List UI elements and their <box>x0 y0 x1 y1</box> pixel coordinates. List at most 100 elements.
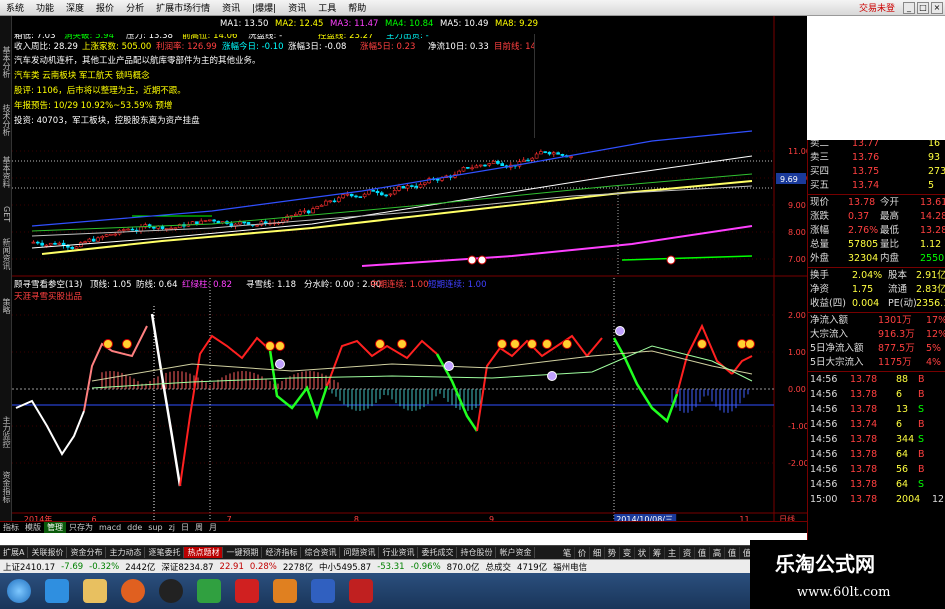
left-tab[interactable]: GET <box>0 206 12 222</box>
function-button[interactable]: 资金分布 <box>67 547 107 558</box>
left-tab[interactable]: 资金指标 <box>0 471 12 503</box>
tick-side: S <box>918 479 925 490</box>
menu-item[interactable]: |爆爆| <box>246 1 282 14</box>
date-label: 2014年 <box>24 514 52 521</box>
function-button[interactable]: 关联报价 <box>28 547 68 558</box>
function-button[interactable]: 持仓股份 <box>457 547 497 558</box>
bottom-tab[interactable]: 月 <box>206 522 220 533</box>
bottom-tab[interactable]: macd <box>96 523 124 532</box>
app-red-icon[interactable] <box>235 579 259 603</box>
menu-item[interactable]: 帮助 <box>342 1 372 14</box>
quote-row: 卖三 13.76 93 <box>808 151 945 164</box>
candle-body <box>547 151 552 155</box>
menu-item[interactable]: 系统 <box>0 1 30 14</box>
bottom-tab[interactable]: dde <box>124 523 145 532</box>
function-button[interactable]: 行业资讯 <box>379 547 419 558</box>
shortcut-button[interactable]: 势 <box>605 546 620 559</box>
info-value: 收入周比: 28.29 <box>14 42 78 52</box>
candle-body <box>496 160 500 164</box>
candle-body <box>379 192 384 196</box>
indicator-line <box>150 313 182 487</box>
menu-item[interactable]: 深度 <box>60 1 90 14</box>
folder-icon[interactable] <box>83 579 107 603</box>
shortcut-button[interactable]: 细 <box>590 546 605 559</box>
left-tab[interactable]: 新闻资讯 <box>0 238 12 270</box>
bottom-tab[interactable]: 指标 <box>0 522 22 533</box>
menu-item[interactable]: 报价 <box>90 1 120 14</box>
quote-label: 今开 <box>880 197 900 208</box>
candle-body <box>242 221 246 224</box>
app-green-icon[interactable] <box>197 579 221 603</box>
function-button[interactable]: 委托成交 <box>418 547 458 558</box>
bottom-tab[interactable]: sup <box>145 523 165 532</box>
function-button[interactable]: 扩展A <box>0 547 29 558</box>
quote-row: 14:56 13.78 64 B <box>808 448 945 461</box>
bottom-tab[interactable]: 日 <box>178 522 192 533</box>
quote-panel: 卖二 13.77 16 卖三 13.76 93 买四 13.75 273 买五 13.74 5 现价 13… <box>807 140 945 541</box>
price-marker-label: 9.69 <box>780 175 798 184</box>
shortcut-button[interactable]: 状 <box>635 546 650 559</box>
tick-time: 14:56 <box>810 419 838 430</box>
shortcut-button[interactable]: 资 <box>680 546 695 559</box>
stat-label: 收益(四) <box>810 298 846 309</box>
left-tab[interactable]: 技术分析 <box>0 104 12 136</box>
index-status-item: 4719亿 <box>517 562 548 573</box>
function-button[interactable]: 帐户资金 <box>496 547 536 558</box>
indicator-value: 短期连续: 1.00 <box>428 279 487 290</box>
menu-item[interactable]: 扩展市场行情 <box>150 1 216 14</box>
menu-item[interactable]: 工具 <box>312 1 342 14</box>
bottom-tab[interactable]: 模版 <box>22 522 44 533</box>
qq-icon[interactable] <box>159 579 183 603</box>
app-orange-icon[interactable] <box>273 579 297 603</box>
bottom-tab[interactable]: 管理 <box>44 522 66 533</box>
indicator-line <box>731 355 753 375</box>
shortcut-button[interactable]: 价 <box>575 546 590 559</box>
left-tab[interactable]: 基本资料 <box>0 156 12 188</box>
function-button[interactable]: 逐笔委托 <box>145 547 185 558</box>
shortcut-button[interactable]: 笔 <box>560 546 575 559</box>
candle-body <box>57 242 62 245</box>
app-blue-icon[interactable] <box>311 579 335 603</box>
maximize-button[interactable]: □ <box>917 1 929 14</box>
menu-item[interactable]: 分析 <box>120 1 150 14</box>
shortcut-button[interactable]: 高 <box>710 546 725 559</box>
tick-volume: 2004 <box>896 494 921 505</box>
candle-body <box>332 200 337 203</box>
ma-value: MA2: 12.45 <box>275 19 323 29</box>
bottom-tab[interactable]: zj <box>166 523 178 532</box>
start-icon[interactable] <box>7 579 31 603</box>
index-status-item: 总成交 <box>485 562 512 573</box>
shortcut-button[interactable]: 值 <box>695 546 710 559</box>
function-button[interactable]: 主力动态 <box>106 547 146 558</box>
buy-signal-marker <box>103 339 113 349</box>
shortcut-button[interactable]: 值 <box>725 546 740 559</box>
menu-item[interactable]: 资讯 <box>216 1 246 14</box>
function-button[interactable]: 经济指标 <box>262 547 302 558</box>
trading-app-taskbar-icon[interactable] <box>349 579 373 603</box>
left-tab[interactable]: 基本分析 <box>0 46 12 78</box>
candle-body <box>358 196 363 198</box>
bottom-tab[interactable]: 周 <box>192 522 206 533</box>
function-button[interactable]: 综合资讯 <box>301 547 341 558</box>
shortcut-button[interactable]: 筹 <box>650 546 665 559</box>
function-button[interactable]: 一键预期 <box>223 547 263 558</box>
left-tab[interactable]: 策略 <box>0 298 12 314</box>
shortcut-button[interactable]: 变 <box>620 546 635 559</box>
minimize-button[interactable]: _ <box>903 1 915 14</box>
buy-signal-marker <box>265 341 275 351</box>
ie-icon[interactable] <box>45 579 69 603</box>
order-price: 13.77 <box>852 140 880 149</box>
function-button[interactable]: 热点题材 <box>184 547 224 558</box>
candle-body <box>203 220 208 222</box>
close-button[interactable]: × <box>931 1 943 14</box>
shortcut-button[interactable]: 主 <box>665 546 680 559</box>
left-tab[interactable]: 主力监控 <box>0 416 12 448</box>
menu-item[interactable]: 资讯 <box>282 1 312 14</box>
index-status-item: -53.31 <box>377 561 405 572</box>
menu-item[interactable]: 功能 <box>30 1 60 14</box>
function-button[interactable]: 问题资讯 <box>340 547 380 558</box>
info-value: 控盘线: 23.27 <box>318 34 374 41</box>
bottom-tab[interactable]: 只存为 <box>66 522 96 533</box>
tick-time: 14:56 <box>810 404 838 415</box>
media-player-icon[interactable] <box>121 579 145 603</box>
